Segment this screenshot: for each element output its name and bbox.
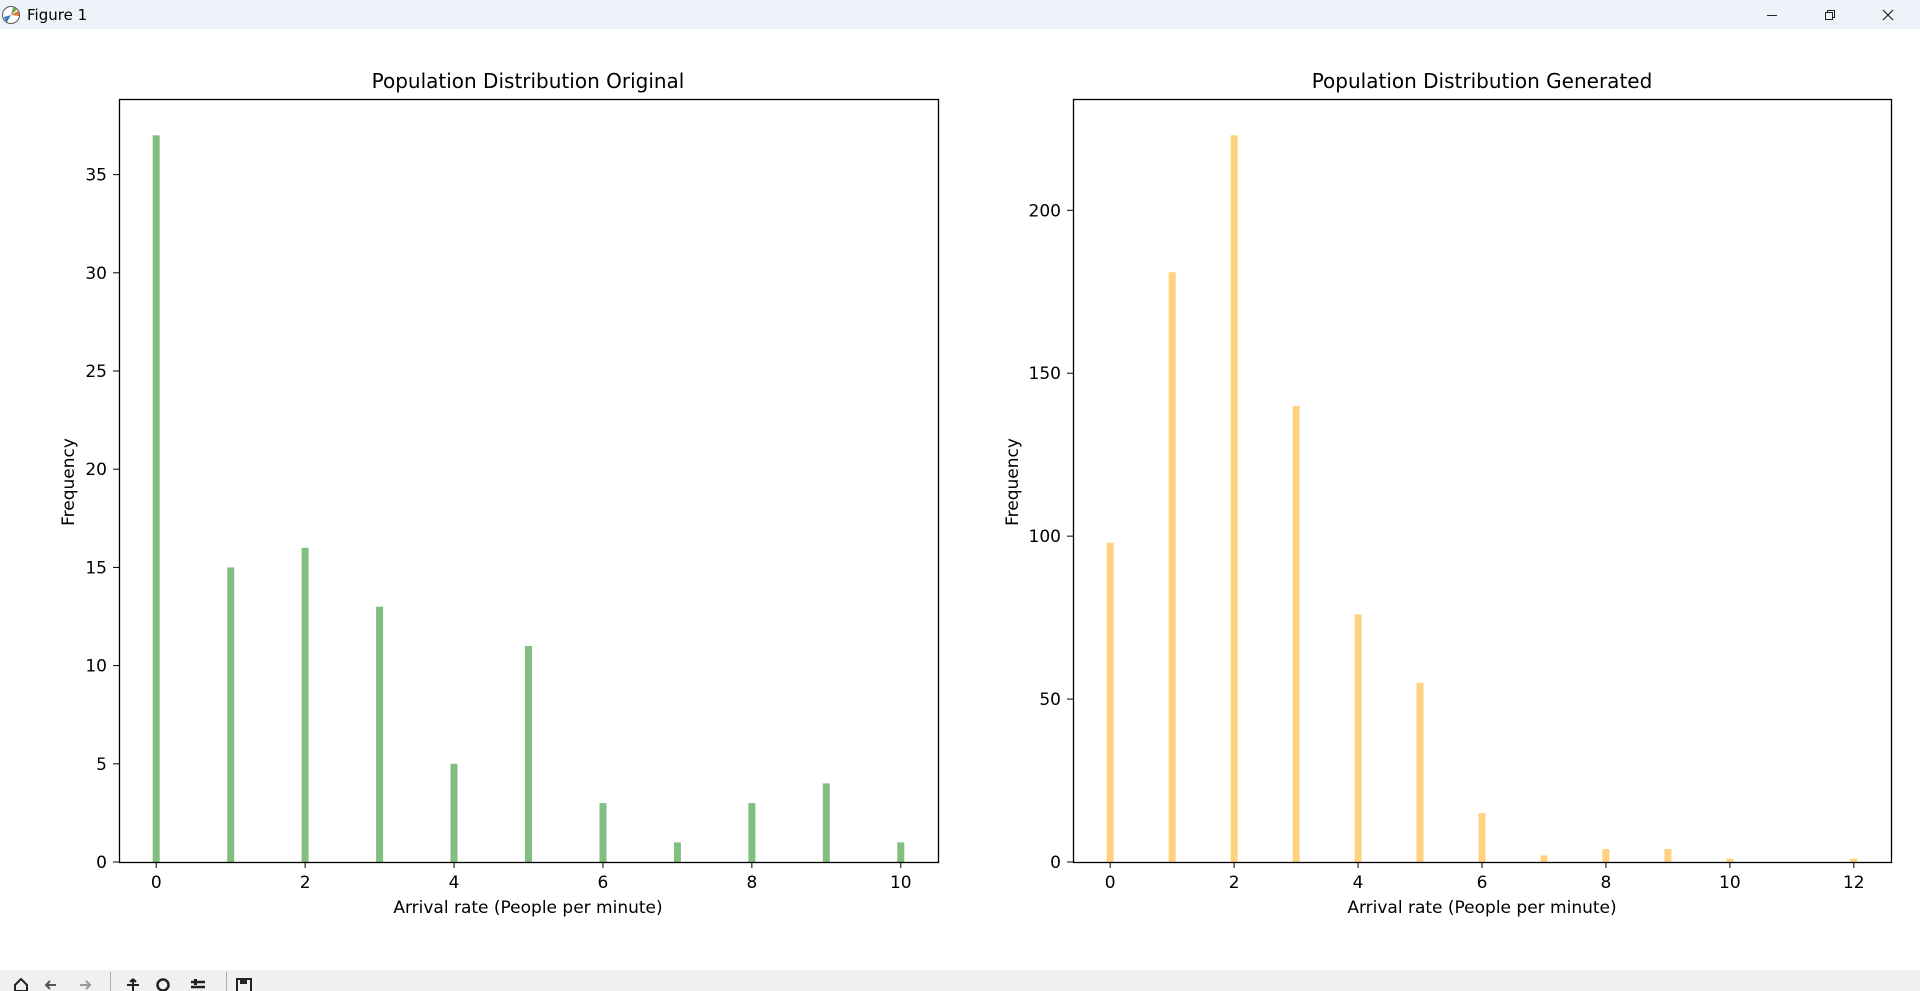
left-x-tick-label: 4: [449, 873, 460, 893]
left-y-tick-label: 15: [85, 558, 107, 578]
home-icon[interactable]: [14, 978, 28, 991]
left-axes: Population Distribution Original Arrival…: [59, 69, 940, 918]
close-button[interactable]: [1859, 0, 1917, 29]
left-x-tick-label: 10: [890, 873, 912, 893]
left-y-tick-label: 20: [85, 460, 107, 480]
window-titlebar: Figure 1: [0, 0, 1920, 29]
right-bar: [1416, 682, 1424, 862]
left-chart-title: Population Distribution Original: [372, 69, 685, 93]
left-bar: [599, 803, 607, 862]
navigation-toolbar: [0, 970, 1920, 991]
left-bar: [525, 646, 532, 862]
left-x-axis-label: Arrival rate (People per minute): [393, 898, 662, 918]
close-icon: [1882, 9, 1894, 20]
left-y-tick-label: 10: [85, 657, 107, 677]
zoom-icon[interactable]: [156, 978, 172, 991]
right-y-tick-label: 50: [1039, 690, 1061, 710]
right-y-axis-label: Frequency: [1003, 438, 1023, 526]
right-axes: Population Distribution Generated Arriva…: [1003, 69, 1893, 918]
minimize-icon: [1767, 14, 1777, 16]
right-bar: [1106, 542, 1114, 862]
left-y-tick-label: 35: [85, 166, 107, 186]
forward-arrow-icon[interactable]: [78, 978, 92, 991]
right-bar: [1850, 858, 1858, 862]
left-y-axis-label: Frequency: [59, 438, 79, 526]
right-axes-frame: [1072, 98, 1893, 864]
right-x-tick-label: 6: [1477, 873, 1488, 893]
right-y-tick-label: 0: [1050, 853, 1061, 873]
right-chart-title: Population Distribution Generated: [1312, 69, 1653, 93]
right-x-axis-label: Arrival rate (People per minute): [1347, 898, 1616, 918]
restore-button[interactable]: [1801, 0, 1859, 29]
back-arrow-icon[interactable]: [44, 978, 58, 991]
right-x-tick-label: 8: [1601, 873, 1612, 893]
minimize-button[interactable]: [1743, 0, 1801, 29]
left-x-tick-label: 2: [300, 873, 311, 893]
left-y-tick-label: 25: [85, 362, 107, 382]
right-bar: [1540, 855, 1548, 862]
right-bar: [1726, 858, 1734, 862]
left-x-tick-label: 0: [151, 873, 162, 893]
left-bar: [301, 547, 309, 862]
right-y-tick-label: 150: [1029, 364, 1061, 384]
toolbar-separator: [110, 972, 111, 991]
right-bar: [1478, 813, 1486, 862]
left-bar: [897, 842, 905, 862]
left-x-tick-label: 6: [598, 873, 609, 893]
right-x-tick-label: 4: [1353, 873, 1364, 893]
configure-subplots-icon[interactable]: [190, 978, 206, 991]
left-y-tick-label: 5: [96, 755, 107, 775]
right-bar: [1292, 405, 1300, 862]
figure-svg: Population Distribution Original Arrival…: [59, 69, 1893, 918]
pan-icon[interactable]: [126, 978, 140, 991]
left-bar: [450, 763, 458, 862]
window-title: Figure 1: [27, 6, 88, 24]
figure-canvas: Population Distribution Original Arrival…: [0, 29, 1920, 970]
right-y-tick-label: 100: [1029, 527, 1061, 547]
left-bar: [822, 783, 830, 862]
right-bar: [1230, 135, 1238, 863]
right-bar: [1354, 614, 1362, 862]
left-bar: [152, 135, 160, 863]
left-bar: [748, 803, 756, 862]
right-bar: [1602, 849, 1610, 862]
right-x-tick-label: 12: [1843, 873, 1865, 893]
right-bar: [1664, 849, 1672, 862]
right-y-tick-label: 200: [1029, 201, 1061, 221]
right-x-tick-label: 0: [1105, 873, 1116, 893]
left-bar: [376, 606, 384, 862]
toolbar-separator: [226, 972, 227, 991]
save-icon[interactable]: [236, 978, 252, 991]
left-bar: [673, 842, 681, 862]
right-bar: [1168, 272, 1176, 862]
restore-icon: [1825, 9, 1835, 20]
left-y-tick-label: 0: [96, 853, 107, 873]
right-x-tick-label: 2: [1229, 873, 1240, 893]
left-y-tick-label: 30: [85, 264, 107, 284]
right-x-tick-label: 10: [1719, 873, 1741, 893]
matplotlib-logo-icon: [2, 6, 20, 24]
left-x-tick-label: 8: [746, 873, 757, 893]
left-bar: [227, 567, 235, 862]
